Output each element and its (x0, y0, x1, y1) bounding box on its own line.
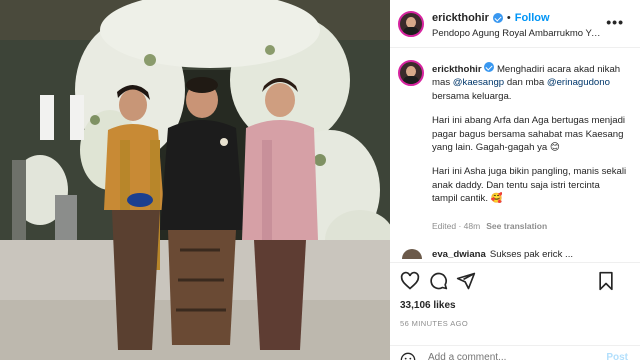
edited-label: Edited · 48m (432, 221, 481, 231)
bookmark-icon[interactable] (596, 271, 616, 291)
caption-paragraph-3: Hari ini Asha juga bikin pangling, manis… (432, 166, 627, 205)
verified-badge-icon (492, 13, 503, 23)
post-timestamp: 56 MINUTES AGO (400, 319, 469, 328)
post-caption: erickthohir Menghadiri acara akad nikah … (432, 62, 628, 217)
post-comment-button[interactable]: Post (606, 352, 628, 360)
mention-kaesangp[interactable]: @kaesangp (453, 77, 504, 88)
location-link[interactable]: Pendopo Agung Royal Ambarrukmo Yo... (432, 28, 602, 39)
add-comment-input[interactable] (428, 352, 578, 360)
action-bar: 33,106 likes 56 MINUTES AGO Post (390, 262, 640, 360)
caption-text: bersama keluarga. (432, 90, 512, 102)
heart-icon[interactable] (400, 271, 420, 291)
mention-erinagudono[interactable]: @erinagudono (547, 77, 610, 88)
author-username[interactable]: erickthohir (432, 12, 489, 24)
caption-avatar[interactable] (398, 60, 424, 86)
caption-text: dan mba (504, 77, 547, 89)
separator: • (506, 12, 511, 24)
author-avatar[interactable] (398, 11, 424, 37)
follow-button[interactable]: Follow (515, 12, 550, 24)
caption-paragraph-1: erickthohir Menghadiri acara akad nikah … (432, 62, 628, 103)
commenter-username[interactable]: eva_dwiana (432, 249, 486, 260)
see-translation-link[interactable]: See translation (486, 221, 547, 231)
caption-verified-badge-icon (484, 62, 495, 72)
emoji-icon[interactable] (400, 352, 416, 360)
commenter-avatar[interactable] (402, 249, 422, 259)
post-header: erickthohir • Follow Pendopo Agung Royal… (390, 0, 640, 48)
post-photo[interactable] (0, 0, 390, 360)
caption-username[interactable]: erickthohir (432, 64, 482, 75)
comment-row: eva_dwiana Sukses pak erick ... (432, 249, 573, 260)
caption-paragraph-2: Hari ini abang Arfa dan Aga bertugas men… (432, 115, 626, 154)
caption-meta: Edited · 48m See translation (432, 221, 547, 231)
likes-count[interactable]: 33,106 likes (400, 300, 456, 311)
comment-text: Sukses pak erick ... (489, 249, 574, 260)
more-options-button[interactable]: ••• (606, 14, 624, 30)
add-comment-row: Post (390, 345, 640, 360)
post-panel: erickthohir • Follow Pendopo Agung Royal… (390, 0, 640, 360)
comment-icon[interactable] (428, 271, 448, 291)
header-user-row: erickthohir • Follow (432, 12, 550, 24)
wedding-photo-illustration (0, 0, 390, 360)
share-icon[interactable] (456, 271, 476, 291)
